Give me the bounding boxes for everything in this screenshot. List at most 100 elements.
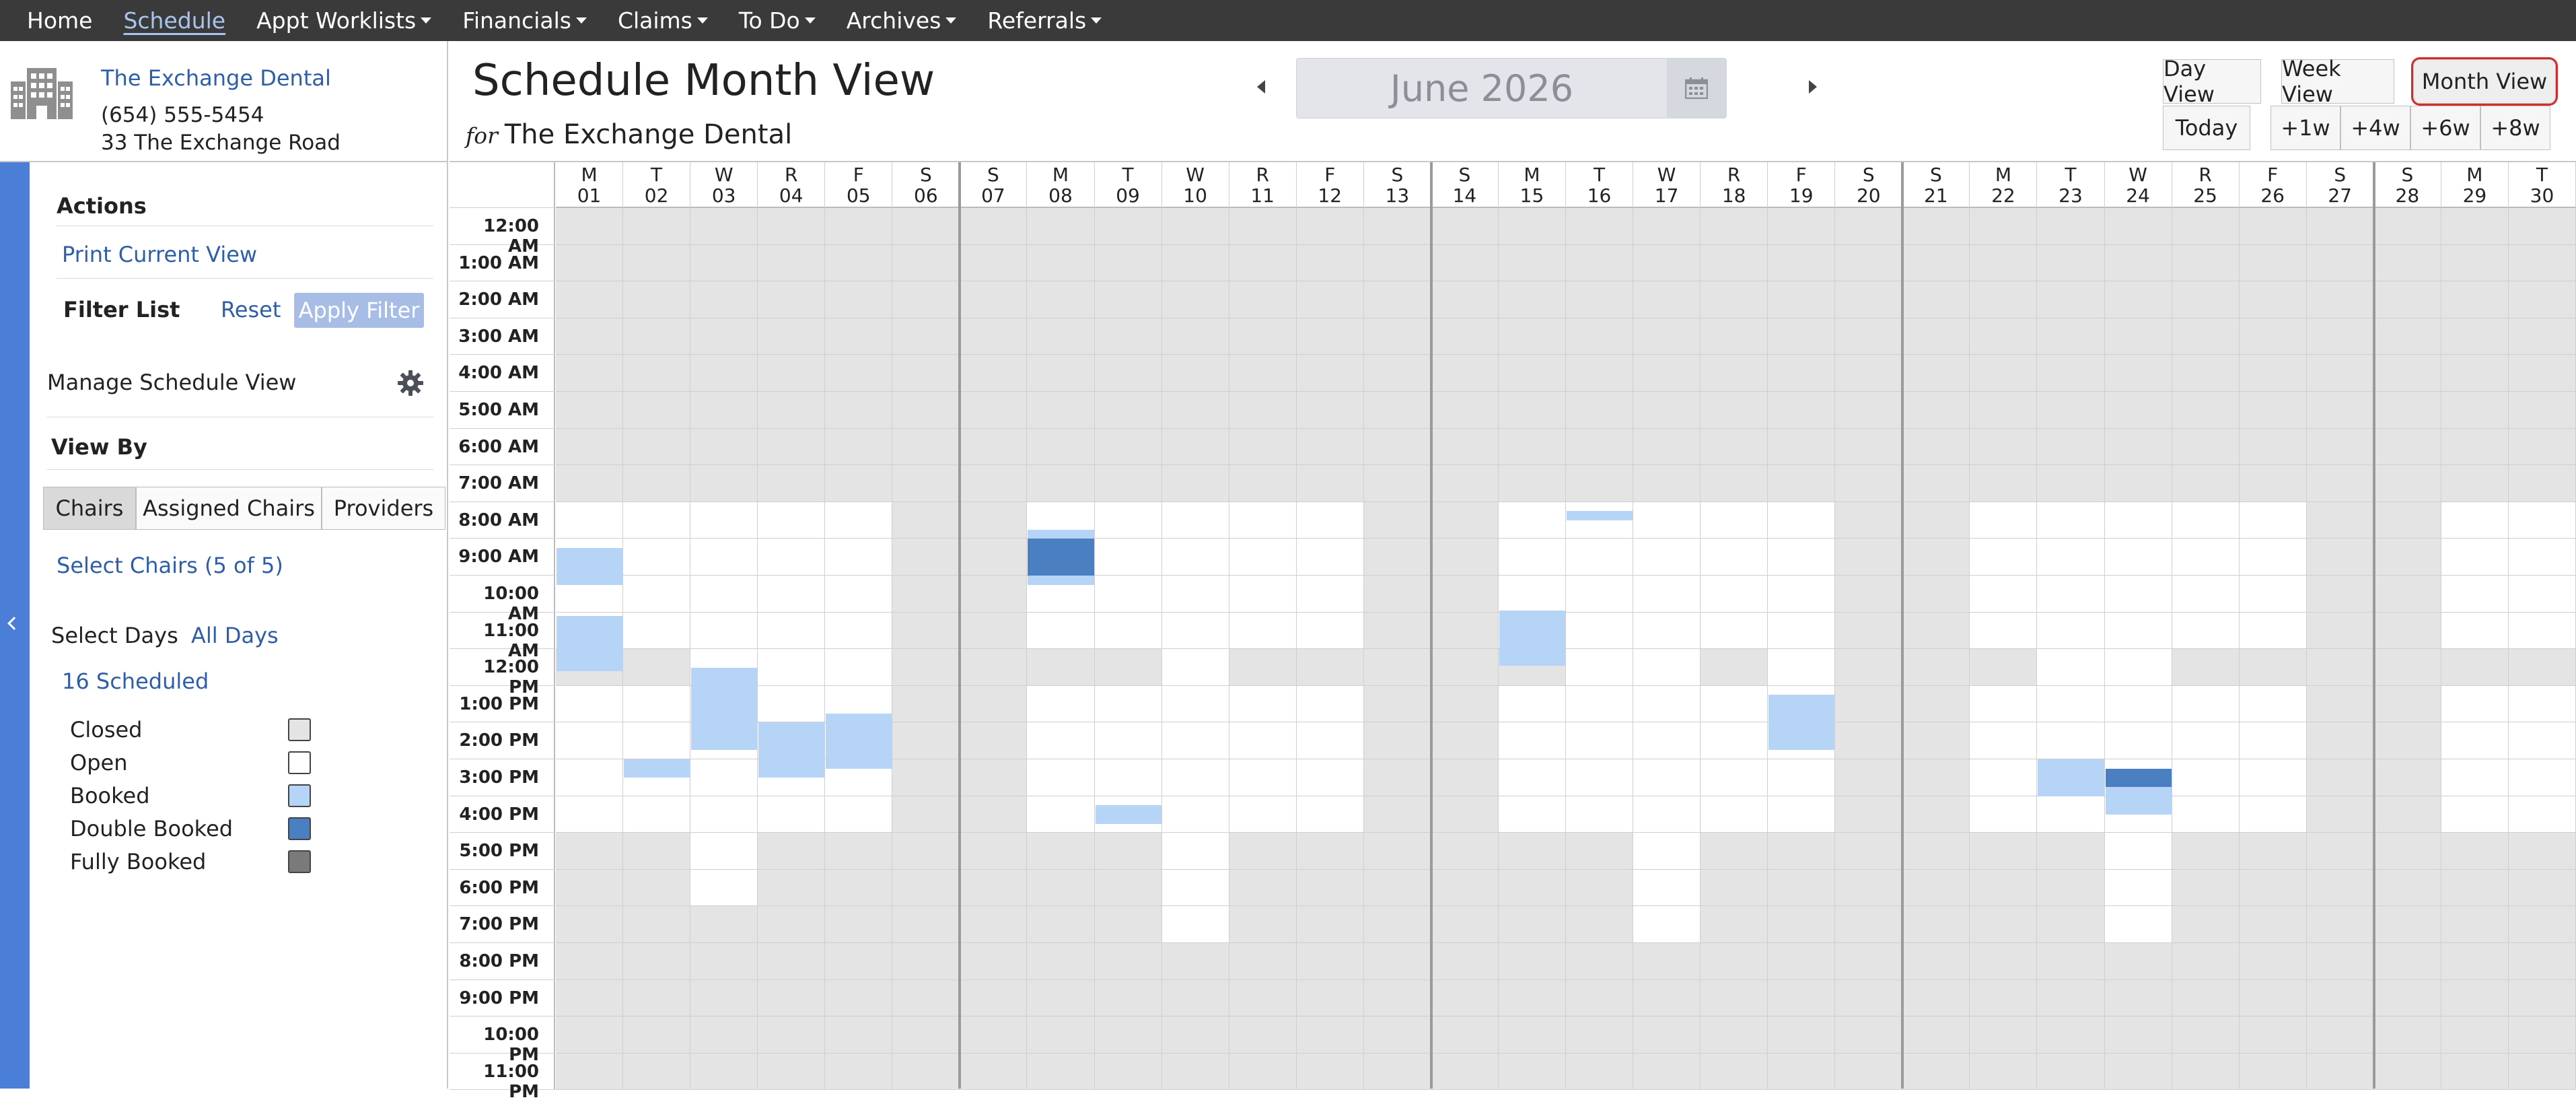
time-slot-cell[interactable] <box>690 465 758 502</box>
time-slot-cell[interactable] <box>2239 833 2307 870</box>
time-slot-cell[interactable] <box>1970 392 2038 429</box>
time-slot-cell[interactable] <box>2306 759 2374 796</box>
time-slot-cell[interactable] <box>960 502 1028 539</box>
time-slot-cell[interactable] <box>758 281 826 318</box>
time-slot-cell[interactable] <box>1498 502 1566 539</box>
time-slot-cell[interactable] <box>1701 649 1768 686</box>
time-slot-cell[interactable] <box>2373 979 2441 1017</box>
time-slot-cell[interactable] <box>1296 906 1364 943</box>
time-slot-cell[interactable] <box>1902 759 1970 796</box>
double-booked-block[interactable] <box>1028 539 1094 576</box>
time-slot-cell[interactable] <box>1970 943 2038 980</box>
time-slot-cell[interactable] <box>960 318 1028 355</box>
time-slot-cell[interactable] <box>2373 649 2441 686</box>
time-slot-cell[interactable] <box>1229 1053 1297 1091</box>
time-slot-cell[interactable] <box>1633 355 1701 392</box>
time-slot-cell[interactable] <box>1768 979 1836 1017</box>
time-slot-cell[interactable] <box>2172 796 2240 833</box>
time-slot-cell[interactable] <box>2037 465 2105 502</box>
time-slot-cell[interactable] <box>1768 833 1836 870</box>
time-slot-cell[interactable] <box>1970 796 2038 833</box>
day-column-header[interactable]: M 22 <box>1970 162 2038 208</box>
time-slot-cell[interactable] <box>1296 722 1364 759</box>
time-slot-cell[interactable] <box>1161 612 1229 650</box>
time-slot-cell[interactable] <box>2508 943 2576 980</box>
time-slot-cell[interactable] <box>960 392 1028 429</box>
time-slot-cell[interactable] <box>2306 392 2374 429</box>
time-slot-cell[interactable] <box>1633 281 1701 318</box>
time-slot-cell[interactable] <box>758 685 826 723</box>
time-slot-cell[interactable] <box>1027 244 1095 282</box>
time-slot-cell[interactable] <box>2508 1053 2576 1091</box>
time-slot-cell[interactable] <box>1027 943 1095 980</box>
time-slot-cell[interactable] <box>1835 906 1903 943</box>
time-slot-cell[interactable] <box>2172 576 2240 613</box>
time-slot-cell[interactable] <box>2373 796 2441 833</box>
time-slot-cell[interactable] <box>2508 502 2576 539</box>
time-slot-cell[interactable] <box>1835 208 1903 245</box>
time-slot-cell[interactable] <box>1970 281 2038 318</box>
time-slot-cell[interactable] <box>2037 318 2105 355</box>
time-slot-cell[interactable] <box>1296 318 1364 355</box>
time-slot-cell[interactable] <box>1835 869 1903 907</box>
month-picker[interactable]: June 2026 <box>1296 58 1727 118</box>
time-slot-cell[interactable] <box>1363 392 1431 429</box>
time-slot-cell[interactable] <box>556 318 624 355</box>
time-slot-cell[interactable] <box>2037 943 2105 980</box>
time-slot-cell[interactable] <box>825 281 893 318</box>
time-slot-cell[interactable] <box>556 208 624 245</box>
time-slot-cell[interactable] <box>1363 576 1431 613</box>
time-slot-cell[interactable] <box>1970 833 2038 870</box>
view-by-providers-button[interactable]: Providers <box>322 487 445 530</box>
time-slot-cell[interactable] <box>2172 502 2240 539</box>
time-slot-cell[interactable] <box>1633 465 1701 502</box>
time-slot-cell[interactable] <box>623 465 691 502</box>
time-slot-cell[interactable] <box>2037 833 2105 870</box>
month-display[interactable]: June 2026 <box>1297 59 1667 118</box>
time-slot-cell[interactable] <box>758 539 826 576</box>
time-slot-cell[interactable] <box>1970 465 2038 502</box>
time-slot-cell[interactable] <box>1768 208 1836 245</box>
time-slot-cell[interactable] <box>1970 244 2038 282</box>
time-slot-cell[interactable] <box>758 612 826 650</box>
time-slot-cell[interactable] <box>1363 208 1431 245</box>
time-slot-cell[interactable] <box>1296 869 1364 907</box>
time-slot-cell[interactable] <box>2172 722 2240 759</box>
time-slot-cell[interactable] <box>1768 428 1836 466</box>
time-slot-cell[interactable] <box>2037 796 2105 833</box>
time-slot-cell[interactable] <box>1431 208 1499 245</box>
time-slot-cell[interactable] <box>1229 576 1297 613</box>
time-slot-cell[interactable] <box>1768 649 1836 686</box>
time-slot-cell[interactable] <box>2373 1053 2441 1091</box>
time-slot-cell[interactable] <box>1431 318 1499 355</box>
time-slot-cell[interactable] <box>2037 1053 2105 1091</box>
time-slot-cell[interactable] <box>623 428 691 466</box>
time-slot-cell[interactable] <box>623 685 691 723</box>
time-slot-cell[interactable] <box>1363 355 1431 392</box>
jump-1w-button[interactable]: +1w <box>2270 106 2340 150</box>
time-slot-cell[interactable] <box>825 392 893 429</box>
time-slot-cell[interactable] <box>2172 979 2240 1017</box>
time-slot-cell[interactable] <box>1566 649 1634 686</box>
time-slot-cell[interactable] <box>1161 1017 1229 1054</box>
time-slot-cell[interactable] <box>1296 833 1364 870</box>
time-slot-cell[interactable] <box>1094 685 1162 723</box>
time-slot-cell[interactable] <box>825 649 893 686</box>
time-slot-cell[interactable] <box>1161 796 1229 833</box>
time-slot-cell[interactable] <box>1633 428 1701 466</box>
time-slot-cell[interactable] <box>556 502 624 539</box>
time-slot-cell[interactable] <box>960 796 1028 833</box>
time-slot-cell[interactable] <box>1701 685 1768 723</box>
calendar-icon[interactable] <box>1667 59 1726 118</box>
time-slot-cell[interactable] <box>960 685 1028 723</box>
time-slot-cell[interactable] <box>1701 392 1768 429</box>
time-slot-cell[interactable] <box>2239 208 2307 245</box>
booked-block[interactable] <box>1095 805 1161 824</box>
time-slot-cell[interactable] <box>1027 796 1095 833</box>
time-slot-cell[interactable] <box>1701 979 1768 1017</box>
time-slot-cell[interactable] <box>2441 576 2509 613</box>
day-column-header[interactable]: S 14 <box>1431 162 1499 208</box>
time-slot-cell[interactable] <box>2037 428 2105 466</box>
time-slot-cell[interactable] <box>2508 722 2576 759</box>
time-slot-cell[interactable] <box>1902 281 1970 318</box>
